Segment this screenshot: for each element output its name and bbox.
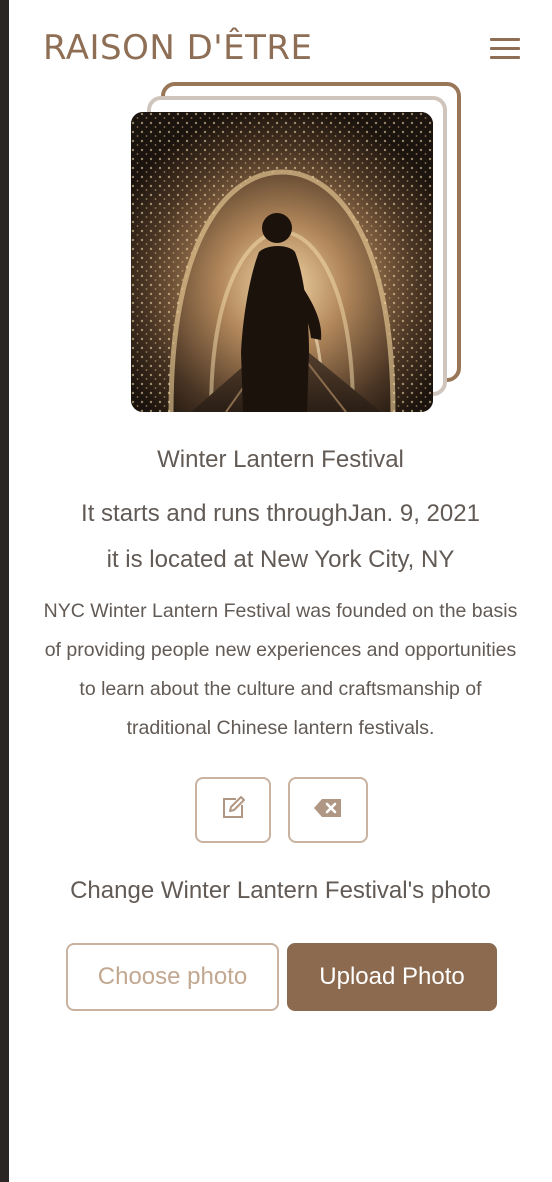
- description-line: to learn about the culture and craftsman…: [79, 678, 482, 700]
- change-photo-label: Change Winter Lantern Festival's photo: [70, 877, 491, 904]
- description-line: traditional Chinese lantern festivals.: [126, 717, 435, 739]
- event-location: it is located at New York City, NY: [106, 546, 455, 573]
- event-photo: [131, 112, 433, 412]
- hamburger-menu-icon[interactable]: [487, 36, 523, 62]
- menu-bar: [490, 38, 520, 41]
- edit-button[interactable]: [195, 777, 271, 843]
- upload-photo-button[interactable]: Upload Photo: [287, 943, 497, 1011]
- delete-button[interactable]: [288, 777, 368, 843]
- menu-bar: [490, 56, 520, 59]
- menu-bar: [490, 47, 520, 50]
- page: RAISON D'ÊTRE Winter Lantern Festival It…: [9, 0, 552, 1182]
- description-line: NYC Winter Lantern Festival was founded …: [43, 600, 518, 622]
- event-dates: It starts and runs throughJan. 9, 2021: [81, 500, 480, 527]
- edit-icon: [220, 795, 246, 826]
- brand-logo[interactable]: RAISON D'ÊTRE: [43, 28, 313, 68]
- backspace-delete-icon: [313, 798, 343, 823]
- event-title: Winter Lantern Festival: [157, 446, 404, 473]
- description-line: of providing people new experiences and …: [44, 639, 517, 661]
- event-description: NYC Winter Lantern Festival was founded …: [11, 592, 550, 748]
- choose-photo-button[interactable]: Choose photo: [66, 943, 279, 1011]
